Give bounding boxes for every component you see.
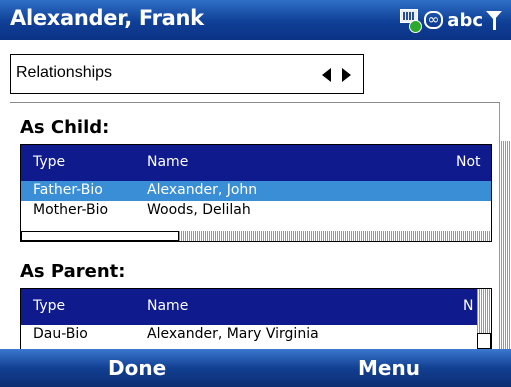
column-header-name[interactable]: Name — [147, 154, 188, 170]
signal-icon — [485, 9, 503, 31]
column-header-type[interactable]: Type — [33, 298, 65, 314]
title-bar: Alexander, Frank ∞ abc — [0, 0, 511, 40]
column-header-notes[interactable]: N — [463, 298, 473, 314]
input-mode-icon[interactable]: ∞ — [423, 11, 444, 29]
divider — [10, 102, 500, 103]
done-button[interactable]: Done — [108, 356, 166, 380]
table-row[interactable]: Mother-Bio Woods, Delilah — [21, 201, 491, 221]
picker-value: Relationships — [16, 64, 113, 81]
grid-header: Type Name N — [21, 289, 491, 325]
row-type: Mother-Bio — [33, 202, 109, 218]
as-child-title: As Child: — [20, 117, 110, 138]
input-mode-label[interactable]: abc — [447, 10, 483, 31]
status-icons: ∞ abc — [399, 5, 503, 35]
keyboard-icon[interactable] — [399, 9, 422, 33]
row-type: Dau-Bio — [33, 326, 88, 342]
vertical-scrollbar-thumb[interactable] — [477, 333, 491, 349]
relationship-picker[interactable]: Relationships — [10, 54, 364, 94]
column-header-notes[interactable]: Not — [456, 154, 481, 170]
horizontal-scrollbar-thumb[interactable] — [21, 231, 179, 241]
row-type: Father-Bio — [33, 182, 103, 198]
table-row[interactable]: Father-Bio Alexander, John — [21, 181, 491, 201]
column-header-type[interactable]: Type — [33, 154, 65, 170]
table-row[interactable]: Dau-Bio Alexander, Mary Virginia — [21, 325, 491, 345]
arrow-left-icon[interactable] — [322, 68, 331, 82]
as-parent-grid[interactable]: Type Name N Dau-Bio Alexander, Mary Virg… — [20, 288, 492, 349]
as-parent-title: As Parent: — [20, 261, 126, 282]
column-header-name[interactable]: Name — [147, 298, 188, 314]
contact-title: Alexander, Frank — [10, 6, 204, 30]
arrow-right-icon[interactable] — [342, 68, 351, 82]
menu-button[interactable]: Menu — [358, 356, 420, 380]
row-name: Alexander, Mary Virginia — [147, 326, 319, 342]
as-child-grid[interactable]: Type Name Not Father-Bio Alexander, John… — [20, 144, 492, 242]
grid-header: Type Name Not — [21, 145, 491, 181]
softkey-bar: Done Menu — [0, 349, 511, 387]
row-name: Woods, Delilah — [147, 202, 251, 218]
row-name: Alexander, John — [147, 182, 258, 198]
page-scrollbar-thumb[interactable] — [499, 103, 511, 141]
